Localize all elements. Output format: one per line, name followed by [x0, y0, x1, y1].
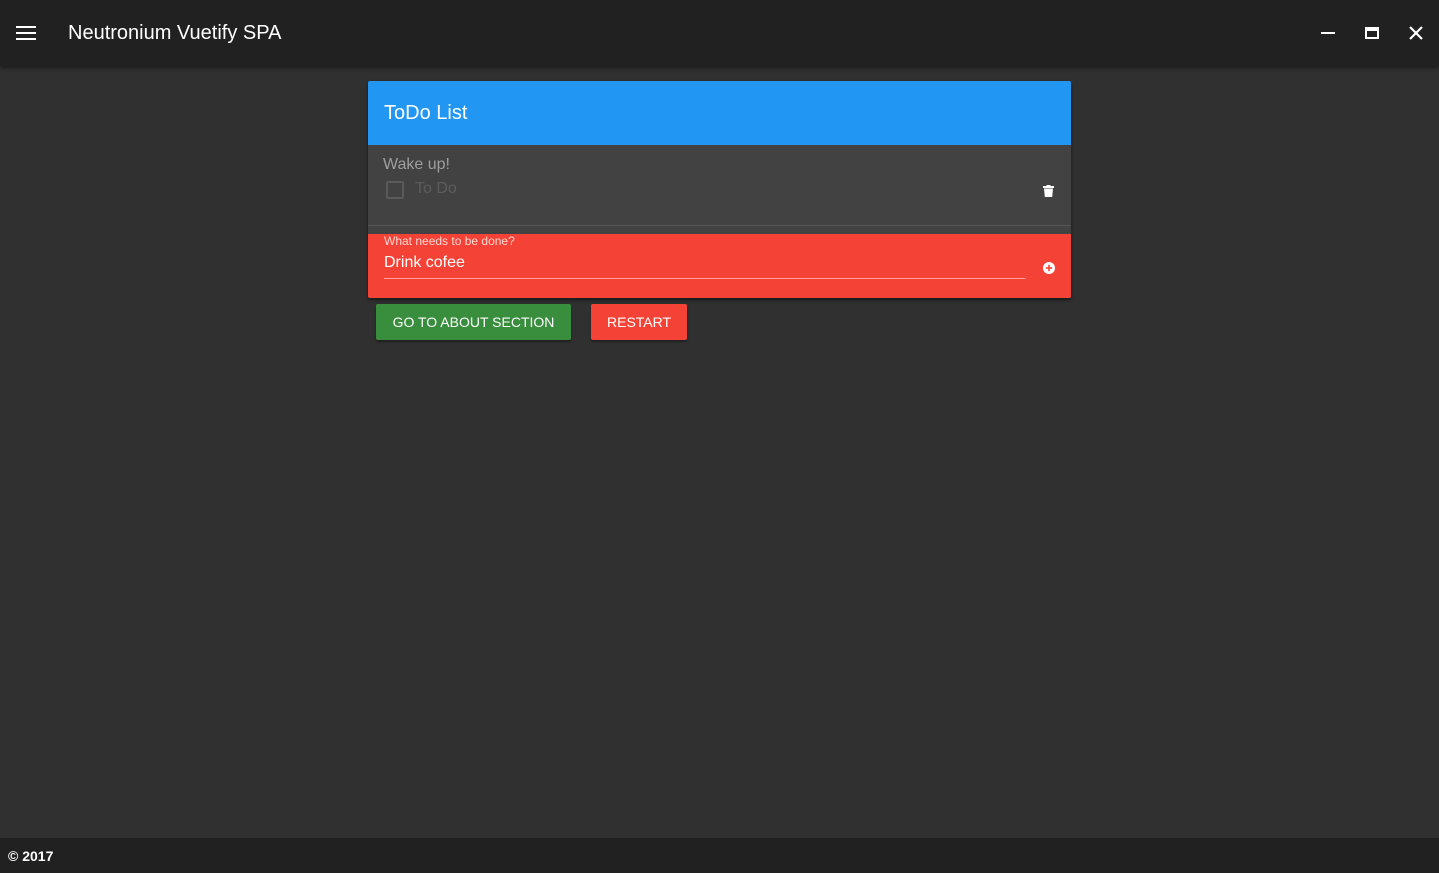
app-title: Neutronium Vuetify SPA	[68, 22, 282, 44]
close-icon	[1409, 26, 1423, 40]
trash-icon	[1042, 185, 1054, 197]
go-to-about-button[interactable]: Go to about section	[376, 304, 571, 340]
app-window: Neutronium Vuetify SPA ToDo List Wake up…	[0, 0, 1439, 873]
delete-todo-button[interactable]	[1038, 181, 1058, 201]
new-todo-panel: What needs to be done?	[368, 234, 1071, 298]
plus-circle-icon	[1043, 262, 1055, 274]
todo-done-checkbox[interactable]	[386, 181, 404, 199]
menu-icon	[16, 26, 36, 40]
new-todo-input[interactable]	[384, 251, 1026, 279]
maximize-button[interactable]	[1356, 17, 1388, 49]
restart-button[interactable]: Restart	[591, 304, 687, 340]
add-todo-button[interactable]	[1039, 258, 1059, 278]
card-title: ToDo List	[384, 102, 468, 124]
todo-item: Wake up! To Do	[368, 145, 1071, 225]
minimize-icon	[1321, 32, 1335, 34]
menu-button[interactable]	[8, 15, 44, 51]
close-button[interactable]	[1400, 17, 1432, 49]
todo-status-label: To Do	[415, 180, 457, 197]
card-header: ToDo List	[368, 81, 1071, 145]
app-toolbar: Neutronium Vuetify SPA	[0, 0, 1439, 66]
minimize-button[interactable]	[1312, 17, 1344, 49]
maximize-icon	[1365, 27, 1379, 39]
todo-card: ToDo List Wake up! To Do What needs to b…	[368, 81, 1071, 298]
divider	[368, 225, 1071, 226]
footer-copyright: © 2017	[8, 848, 54, 864]
todo-description: Wake up!	[383, 156, 450, 173]
new-todo-label: What needs to be done?	[384, 234, 515, 248]
app-footer: © 2017	[0, 838, 1439, 873]
